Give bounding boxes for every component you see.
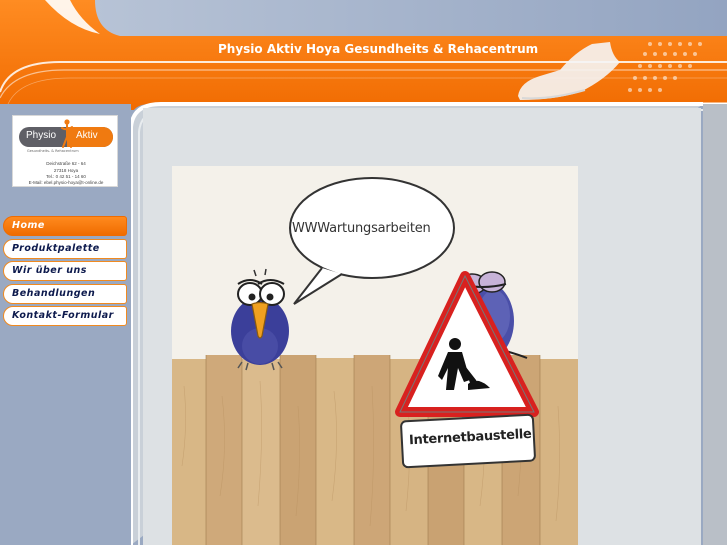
main-navigation: Home Produktpalette Wir über uns Behandl… <box>3 216 127 329</box>
nav-item-produktpalette[interactable]: Produktpalette <box>3 238 127 259</box>
company-logo[interactable]: Physio Aktiv Gesundheits- & Rehacentrum … <box>12 115 118 187</box>
logo-email: E-Mail: ebel.physio-hoya@t-online.de <box>28 180 104 185</box>
page: Physio Aktiv Hoya Gesundheits & Rehacent… <box>0 0 727 545</box>
logo-address-street: Deichstraße 62 - 64 <box>46 161 86 166</box>
logo-subline: Gesundheits- & Rehacentrum <box>27 149 79 153</box>
right-border-strip <box>703 104 727 545</box>
nav-item-wir-ueber-uns[interactable]: Wir über uns <box>3 261 127 281</box>
person-figure-icon <box>61 119 73 148</box>
nav-item-home[interactable]: Home <box>3 216 127 236</box>
logo-address-city: 27318 Hoya <box>53 168 79 173</box>
logo-word-physio: Physio <box>26 130 57 141</box>
speech-bubble-text: WWWartungsarbeiten <box>292 221 431 236</box>
nav-item-behandlungen[interactable]: Behandlungen <box>3 283 127 304</box>
site-title: Physio Aktiv Hoya Gesundheits & Rehacent… <box>218 42 539 56</box>
logo-phone: Tel.: 0 42 51 - 14 60 <box>46 174 86 179</box>
nav-item-kontakt-formular[interactable]: Kontakt-Formular <box>3 306 127 326</box>
logo-word-aktiv: Aktiv <box>76 130 98 141</box>
